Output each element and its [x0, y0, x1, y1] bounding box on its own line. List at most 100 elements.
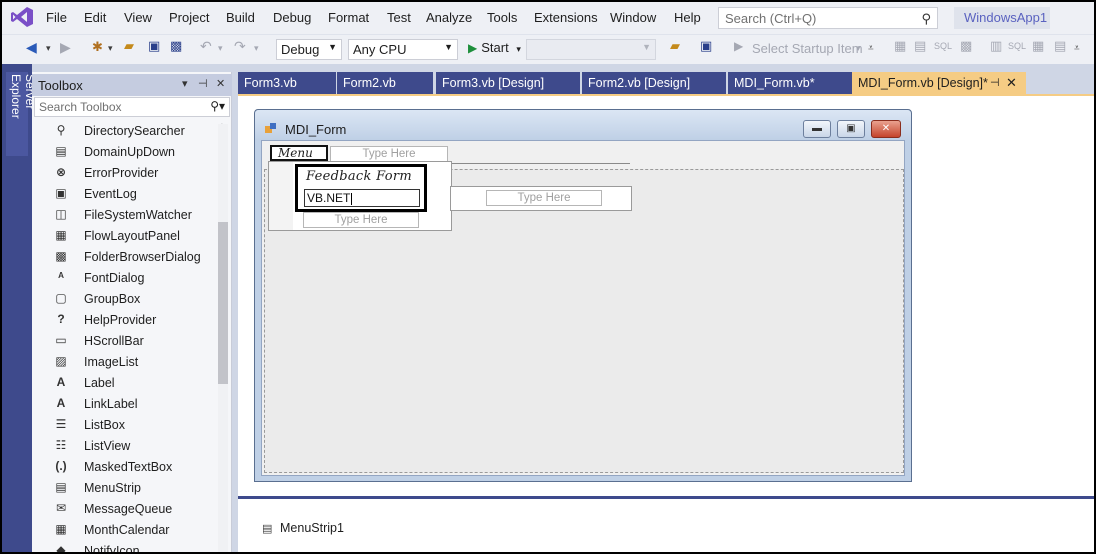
toolbox-item-linklabel[interactable]: A LinkLabel [32, 394, 216, 415]
screenshot-icon[interactable]: ▣ [700, 38, 712, 54]
close-icon[interactable]: ✕ [871, 120, 901, 138]
toolbox-header[interactable]: Toolbox ▾ ⊣ ✕ [32, 74, 232, 96]
toolbox-item-monthcalendar[interactable]: ▦ MonthCalendar [32, 520, 216, 541]
menu-analyze[interactable]: Analyze [426, 10, 472, 25]
solution-name-badge[interactable]: WindowsApp1 [954, 7, 1050, 29]
pin-icon[interactable]: ⊣ [198, 77, 208, 90]
toolbox-item-filesystemwatcher[interactable]: ◫ FileSystemWatcher [32, 205, 216, 226]
menu-item-edit-input[interactable]: VB.NET [304, 189, 420, 207]
configuration-select[interactable]: Debug ▼ [276, 39, 342, 60]
toolbox-title: Toolbox [38, 78, 83, 93]
menu-file[interactable]: File [46, 10, 67, 25]
menu-view[interactable]: View [124, 10, 152, 25]
type-here-dropdown[interactable]: Type Here [303, 212, 419, 228]
menu-top-item[interactable]: Menu [270, 145, 328, 161]
platform-select[interactable]: Any CPU ▼ [348, 39, 458, 60]
menu-edit[interactable]: Edit [84, 10, 106, 25]
tab-form2-design[interactable]: Form2.vb [Design] [582, 72, 726, 94]
grid-icon[interactable]: ▩ [960, 38, 972, 54]
close-icon[interactable]: ✕ [216, 77, 225, 90]
menu-format[interactable]: Format [328, 10, 369, 25]
toolbox-item-folderbrowserdialog[interactable]: ▩ FolderBrowserDialog [32, 247, 216, 268]
toolbox-item-errorprovider[interactable]: ⊗ ErrorProvider [32, 163, 216, 184]
toolbox-item-helpprovider[interactable]: ? HelpProvider [32, 310, 216, 331]
columns-icon[interactable]: ▤ [1054, 38, 1066, 54]
menu-project[interactable]: Project [169, 10, 209, 25]
toolbox-scrollbar-thumb[interactable] [218, 222, 228, 384]
sql-icon[interactable]: SQL [934, 41, 952, 51]
startup-item-dropdown-icon[interactable]: ▾ [856, 43, 861, 54]
visual-studio-logo-icon[interactable] [10, 6, 34, 28]
menu-debug[interactable]: Debug [273, 10, 311, 25]
menu-window[interactable]: Window [610, 10, 656, 25]
tab-label: MDI_Form.vb [Design]* [858, 76, 988, 90]
undo-dropdown-icon[interactable]: ▾ [218, 43, 223, 54]
window-position-dropdown-icon[interactable]: ▾ [182, 77, 188, 90]
startup-item-label[interactable]: Select Startup Item [752, 41, 863, 56]
toolbox-item-flowlayoutpanel[interactable]: ▦ FlowLayoutPanel [32, 226, 216, 247]
search-icon: ⚲ [921, 11, 931, 26]
toolbox-item-label: FlowLayoutPanel [84, 229, 180, 243]
toolbox-item-maskedtextbox[interactable]: (.) MaskedTextBox [32, 457, 216, 478]
layout-icon[interactable]: ▤ [914, 38, 926, 54]
tab-form3-design[interactable]: Form3.vb [Design] [436, 72, 580, 94]
back-dropdown-icon[interactable]: ▾ [46, 43, 51, 54]
save-icon[interactable]: ▣ [148, 38, 160, 54]
toolbox-item-eventlog[interactable]: ▣ EventLog [32, 184, 216, 205]
forward-icon[interactable]: ▶ [60, 39, 71, 56]
startup-item-select[interactable]: ▼ [526, 39, 656, 60]
standard-toolbar: ◀ ▾ ▶ ✱ ▾ ▰ ▣ ▩ ↶ ▾ ↷ ▾ Debug ▼ Any CPU … [2, 34, 1094, 64]
pin-icon[interactable]: ⊣ [990, 76, 1000, 89]
toolbox-item-menustrip[interactable]: ▤ MenuStrip [32, 478, 216, 499]
close-tab-icon[interactable]: ✕ [1006, 75, 1017, 91]
redo-icon[interactable]: ↷ [234, 38, 246, 55]
form-title-bar[interactable]: MDI_Form ▬ ▣ ✕ [255, 110, 911, 140]
back-icon[interactable]: ◀ [26, 39, 37, 56]
new-project-dropdown-icon[interactable]: ▾ [108, 43, 113, 54]
toolbar-overflow-icon[interactable]: ⩡ [868, 43, 874, 54]
toolbox-search-input[interactable]: Search Toolbox ⚲▾ [34, 97, 230, 117]
toolbox-item-imagelist[interactable]: ▨ ImageList [32, 352, 216, 373]
menu-extensions[interactable]: Extensions [534, 10, 598, 25]
maximize-icon[interactable]: ▣ [837, 120, 865, 138]
menu-item-feedback-form[interactable]: Feedback Form VB.NET [295, 164, 427, 212]
tab-mdi-form-vb[interactable]: MDI_Form.vb* [728, 72, 852, 94]
tab-mdi-form-design[interactable]: MDI_Form.vb [Design]* ⊣ ✕ [852, 72, 1026, 94]
chevron-down-icon: ▼ [642, 42, 651, 52]
toolbox-item-hscrollbar[interactable]: ▭ HScrollBar [32, 331, 216, 352]
toolbox-item-domainupdown[interactable]: ▤ DomainUpDown [32, 142, 216, 163]
data-icon[interactable]: ▥ [990, 38, 1002, 54]
tray-menustrip1[interactable]: ▤ MenuStrip1 [262, 521, 344, 535]
toolbar-overflow-2-icon[interactable]: ⩡ [1074, 43, 1080, 54]
toolbox-item-listbox[interactable]: ☰ ListBox [32, 415, 216, 436]
tab-form3-vb[interactable]: Form3.vb [238, 72, 336, 94]
toolbox-item-messagequeue[interactable]: ✉ MessageQueue [32, 499, 216, 520]
quick-search-input[interactable]: Search (Ctrl+Q) ⚲ [718, 7, 938, 29]
type-here-top[interactable]: Type Here [330, 146, 448, 162]
align-icon[interactable]: ▦ [894, 38, 906, 54]
toolbox-item-groupbox[interactable]: ▢ GroupBox [32, 289, 216, 310]
save-all-icon[interactable]: ▩ [170, 38, 182, 54]
sql-query-icon[interactable]: SQL [1008, 41, 1026, 51]
menu-tools[interactable]: Tools [487, 10, 517, 25]
server-explorer-tab[interactable]: Server Explorer [6, 72, 37, 156]
menu-help[interactable]: Help [674, 10, 701, 25]
toolbox-item-label[interactable]: A Label [32, 373, 216, 394]
new-project-icon[interactable]: ✱ [92, 39, 103, 55]
menu-test[interactable]: Test [387, 10, 411, 25]
type-here-submenu[interactable]: Type Here [486, 190, 602, 206]
tab-form2-vb[interactable]: Form2.vb [337, 72, 433, 94]
table-icon[interactable]: ▦ [1032, 38, 1044, 54]
minimize-icon[interactable]: ▬ [803, 120, 831, 138]
toolbox-item-notifyicon[interactable]: ◆ NotifyIcon [32, 541, 216, 552]
menu-build[interactable]: Build [226, 10, 255, 25]
toolbox-item-directorysearcher[interactable]: ⚲ DirectorySearcher [32, 121, 216, 142]
toolbox-item-fontdialog[interactable]: ᴬ FontDialog [32, 268, 216, 289]
open-folder-icon[interactable]: ▰ [124, 38, 134, 54]
toolbox-item-listview[interactable]: ☷ ListView [32, 436, 216, 457]
find-in-files-icon[interactable]: ▰ [670, 38, 680, 54]
redo-dropdown-icon[interactable]: ▾ [254, 43, 259, 54]
start-button[interactable]: ▶ Start ▾ [468, 40, 521, 55]
toolbox-list: ⚲ DirectorySearcher ▤ DomainUpDown ⊗ ErrorPro… [32, 121, 216, 552]
undo-icon[interactable]: ↶ [200, 38, 212, 55]
